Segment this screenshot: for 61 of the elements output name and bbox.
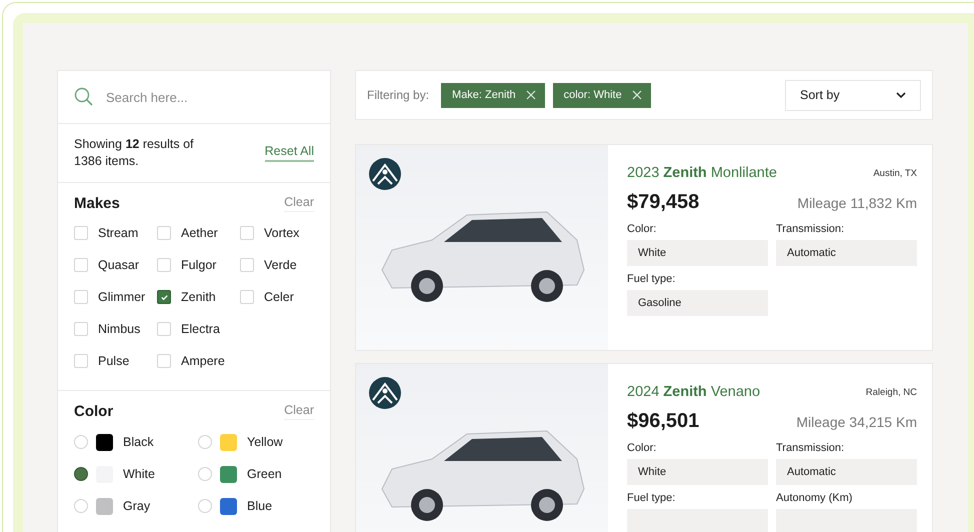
- color-label: White: [123, 467, 155, 481]
- checkbox-label: Glimmer: [98, 290, 146, 304]
- checkbox-label: Celer: [264, 290, 294, 304]
- color-label: Gray: [123, 499, 150, 513]
- listing-card[interactable]: 2024 Zenith Venano Raleigh, NC $96,501 Mileage 34,215 Km Color: White Transmission: Automatic Fuel type: Autonomy (Km): [355, 363, 933, 532]
- results-summary: Showing 12 results of 1386 items.: [74, 136, 194, 170]
- checkbox-label: Nimbus: [98, 322, 140, 336]
- spec-value: White: [627, 459, 768, 485]
- mountain-logo-icon: [368, 157, 402, 191]
- checkmark-icon: [160, 292, 168, 302]
- checkbox-label: Zenith: [181, 290, 216, 304]
- listing-card[interactable]: 2023 Zenith Monlilante Austin, TX $79,458 Mileage 11,832 Km Color: White Transmission: Automatic Fuel type: Gasoline: [355, 144, 933, 351]
- price: $96,501: [627, 410, 700, 433]
- price: $79,458: [627, 191, 700, 214]
- checkbox-label: Ampere: [181, 354, 225, 368]
- location: Austin, TX: [873, 168, 917, 178]
- mileage: Mileage 34,215 Km: [796, 414, 917, 430]
- spec-value: Automatic: [776, 240, 917, 266]
- checkbox-label: Vortex: [264, 226, 300, 240]
- checkbox-label: Pulse: [98, 354, 130, 368]
- color-label: Green: [247, 467, 282, 481]
- listing-title: 2023 Zenith Monlilante: [627, 165, 777, 181]
- spec-label: Transmission:: [776, 442, 846, 454]
- section-title: Color: [74, 403, 114, 420]
- chevron-down-icon: [896, 92, 906, 98]
- checkbox[interactable]: [157, 290, 171, 304]
- listing-title: 2024 Zenith Venano: [627, 384, 760, 400]
- checkbox-label: Fulgor: [181, 258, 216, 272]
- radio-button[interactable]: [74, 467, 88, 481]
- search-icon: [74, 87, 94, 107]
- spec-value: Automatic: [776, 459, 917, 485]
- section-title: Makes: [74, 195, 120, 212]
- spec-label: Color:: [627, 223, 658, 235]
- spec-label: Transmission:: [776, 223, 846, 235]
- reset-all-link[interactable]: Reset All: [264, 144, 314, 162]
- color-label: Black: [123, 435, 154, 449]
- spec-label: Color:: [627, 442, 658, 454]
- mileage: Mileage 11,832 Km: [797, 194, 917, 210]
- spec-value: Gasoline: [627, 290, 768, 316]
- checkbox-label: Electra: [181, 322, 220, 336]
- close-icon[interactable]: [632, 90, 642, 100]
- location: Raleigh, NC: [866, 386, 917, 398]
- spec-label: Autonomy (Km): [776, 492, 854, 504]
- mountain-logo-icon: [368, 376, 402, 410]
- close-icon[interactable]: [526, 90, 536, 100]
- spec-label: Fuel type:: [627, 273, 676, 285]
- clear-link[interactable]: Clear: [284, 403, 314, 420]
- clear-link[interactable]: Clear: [284, 195, 314, 212]
- filter-chip[interactable]: Make: Zenith: [441, 82, 545, 108]
- checkbox-label: Verde: [264, 258, 297, 272]
- search-field[interactable]: Search here...: [104, 88, 314, 106]
- filter-label: Filtering by:: [367, 88, 430, 102]
- spec-label: Fuel type:: [627, 492, 676, 504]
- filter-chip[interactable]: color: White: [552, 82, 651, 108]
- color-label: Yellow: [247, 435, 283, 449]
- checkbox-label: Aether: [181, 226, 218, 240]
- checkbox-label: Quasar: [98, 258, 139, 272]
- spec-value: White: [627, 240, 768, 266]
- color-label: Blue: [247, 499, 272, 513]
- checkbox-label: Stream: [98, 226, 138, 240]
- sort-dropdown[interactable]: Sort by: [785, 80, 921, 110]
